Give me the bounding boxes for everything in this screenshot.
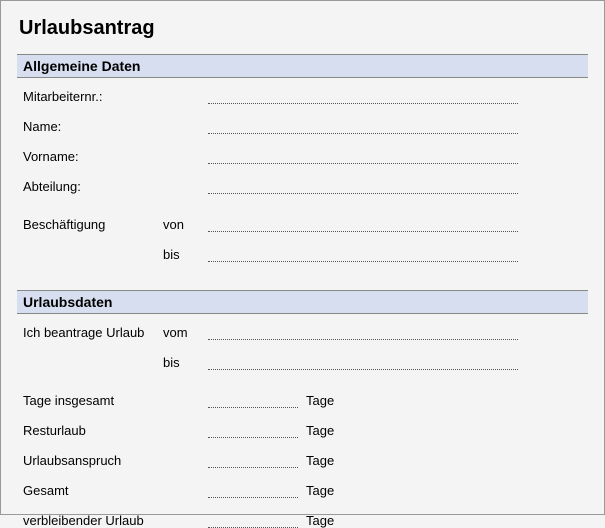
field-urlaub-bis[interactable] [208, 356, 518, 370]
unit-tage-2: Tage [306, 423, 334, 438]
field-verbleibender[interactable] [208, 514, 298, 528]
label-verbleibender: verbleibender Urlaub [23, 513, 163, 528]
label-bis: bis [163, 247, 208, 262]
label-abteilung: Abteilung: [23, 179, 163, 194]
row-beschaeftigung-bis: bis [17, 242, 588, 262]
field-beschaeftigung-bis[interactable] [208, 248, 518, 262]
row-verbleibender: verbleibender Urlaub Tage [17, 508, 588, 528]
label-gesamt: Gesamt [23, 483, 163, 498]
form-page: Urlaubsantrag Allgemeine Daten Mitarbeit… [0, 0, 605, 515]
field-gesamt[interactable] [208, 484, 298, 498]
label-resturlaub: Resturlaub [23, 423, 163, 438]
label-vom: vom [163, 325, 208, 340]
field-urlaub-vom[interactable] [208, 326, 518, 340]
unit-tage-5: Tage [306, 513, 334, 528]
row-beschaeftigung-von: Beschäftigung von [17, 212, 588, 232]
row-tage-insgesamt: Tage insgesamt Tage [17, 388, 588, 408]
row-beantrage-vom: Ich beantrage Urlaub vom [17, 320, 588, 340]
row-abteilung: Abteilung: [17, 174, 588, 194]
unit-tage-4: Tage [306, 483, 334, 498]
label-name: Name: [23, 119, 163, 134]
field-mitarbeiternr[interactable] [208, 90, 518, 104]
field-beschaeftigung-von[interactable] [208, 218, 518, 232]
row-resturlaub: Resturlaub Tage [17, 418, 588, 438]
section-header-general: Allgemeine Daten [17, 54, 588, 78]
field-tage-insgesamt[interactable] [208, 394, 298, 408]
unit-tage-3: Tage [306, 453, 334, 468]
label-tage-insgesamt: Tage insgesamt [23, 393, 163, 408]
row-mitarbeiternr: Mitarbeiternr.: [17, 84, 588, 104]
section-header-urlaubsdaten: Urlaubsdaten [17, 290, 588, 314]
label-beschaeftigung: Beschäftigung [23, 217, 163, 232]
field-vorname[interactable] [208, 150, 518, 164]
label-bis2: bis [163, 355, 208, 370]
row-name: Name: [17, 114, 588, 134]
unit-tage-1: Tage [306, 393, 334, 408]
row-beantrage-bis: bis [17, 350, 588, 370]
row-urlaubsanspruch: Urlaubsanspruch Tage [17, 448, 588, 468]
label-mitarbeiternr: Mitarbeiternr.: [23, 89, 163, 104]
label-urlaubsanspruch: Urlaubsanspruch [23, 453, 163, 468]
field-name[interactable] [208, 120, 518, 134]
field-abteilung[interactable] [208, 180, 518, 194]
label-vorname: Vorname: [23, 149, 163, 164]
row-gesamt: Gesamt Tage [17, 478, 588, 498]
field-urlaubsanspruch[interactable] [208, 454, 298, 468]
label-von: von [163, 217, 208, 232]
field-resturlaub[interactable] [208, 424, 298, 438]
row-vorname: Vorname: [17, 144, 588, 164]
page-title: Urlaubsantrag [19, 17, 588, 40]
label-beantrage: Ich beantrage Urlaub [23, 325, 163, 340]
